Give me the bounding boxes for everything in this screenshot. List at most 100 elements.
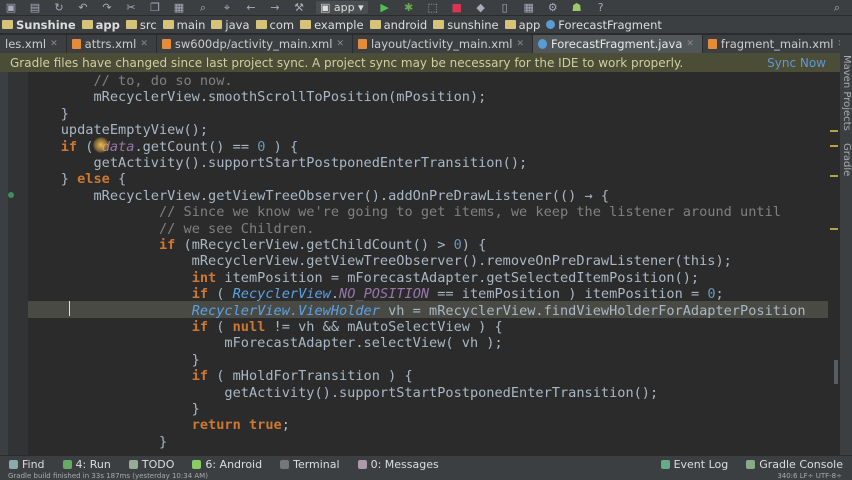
code-line: getActivity().supportStartPostponedEnter…: [28, 155, 528, 171]
sync-now-link[interactable]: Sync Now: [767, 56, 826, 70]
code-line: getActivity().supportStartPostponedEnter…: [28, 384, 659, 401]
warning-marker[interactable]: [830, 130, 838, 132]
tool-window-label: Terminal: [293, 457, 340, 471]
project-structure-icon[interactable]: ▦: [522, 1, 536, 14]
tab-label: attrs.xml: [84, 37, 137, 51]
breadcrumb-item[interactable]: android: [369, 17, 428, 32]
tool-window-button[interactable]: Terminal: [271, 458, 349, 471]
device-monitor-icon[interactable]: ⚙: [546, 1, 560, 14]
search-everywhere-icon[interactable]: ⌕: [830, 1, 844, 14]
breadcrumb: Sunshine app src main java com example android s…: [0, 16, 852, 34]
code-editor[interactable]: // to, do so now. mRecyclerView.smoothSc…: [28, 72, 840, 455]
code-line: int itemPosition = mForecastAdapter.getS…: [191, 269, 700, 286]
error-stripe[interactable]: [828, 72, 840, 455]
breadcrumb-item[interactable]: app: [504, 18, 540, 32]
breadcrumb-label: android: [383, 17, 428, 32]
forward-icon[interactable]: →: [268, 1, 282, 14]
breadcrumb-item[interactable]: example: [300, 18, 364, 32]
back-icon[interactable]: ←: [244, 1, 258, 14]
run-icon[interactable]: ▶: [378, 1, 392, 14]
debug-icon[interactable]: ✱: [402, 1, 416, 14]
folder-icon: [433, 20, 445, 29]
attach-icon[interactable]: ⬚: [426, 1, 440, 14]
java-file-icon: [538, 39, 548, 49]
breadcrumb-label: ForecastFragment: [558, 17, 662, 32]
sync-icon[interactable]: ↻: [52, 1, 66, 14]
gradle-sync-banner: Gradle files have changed since last pro…: [0, 53, 840, 72]
close-icon[interactable]: ✕: [140, 39, 148, 49]
breadcrumb-item[interactable]: ForecastFragment: [546, 18, 662, 32]
tool-window-label: 6: Android: [205, 457, 263, 471]
gradle-tab[interactable]: Gradle: [841, 143, 852, 176]
breadcrumb-item[interactable]: app: [81, 18, 120, 32]
right-tool-strip: Maven Projects Gradle: [840, 35, 852, 455]
tool-window-button[interactable]: TODO: [120, 458, 184, 471]
cut-icon[interactable]: ✂: [124, 1, 138, 14]
status-message: Gradle build finished in 33s 187ms (yest…: [8, 472, 208, 480]
close-icon[interactable]: ✕: [686, 39, 694, 49]
code-line: if ( RecyclerView.NO_POSITION == itemPos…: [191, 286, 724, 303]
breadcrumb-item[interactable]: src: [125, 17, 157, 32]
avd-icon[interactable]: ▯: [498, 1, 512, 14]
close-icon[interactable]: ✕: [336, 39, 344, 49]
breadcrumb-item[interactable]: main: [162, 18, 205, 32]
tool-window-icon: [746, 459, 756, 469]
tool-window-button[interactable]: 4: Run: [54, 458, 120, 471]
breadcrumb-item[interactable]: com: [255, 17, 295, 32]
editor-tab[interactable]: layout/activity_main.xml ✕: [353, 35, 534, 53]
code-line: mRecyclerView.getViewTreeObserver().addO…: [28, 187, 610, 204]
breadcrumb-label: example: [314, 17, 364, 32]
editor-tab[interactable]: sw600dp/activity_main.xml ✕: [157, 35, 353, 53]
paste-icon[interactable]: ▦: [172, 1, 186, 14]
sdk-manager-icon[interactable]: ◆: [474, 1, 488, 14]
left-tool-strip: [0, 72, 8, 455]
editor-tab[interactable]: fragment_main.xml✕: [703, 35, 852, 53]
override-marker-icon[interactable]: [8, 192, 14, 198]
lightbulb-icon[interactable]: [93, 137, 109, 153]
warning-marker[interactable]: [830, 228, 838, 230]
breadcrumb-item[interactable]: sunshine: [433, 18, 499, 32]
xml-file-icon: [707, 39, 717, 49]
redo-icon[interactable]: ↷: [100, 1, 114, 14]
editor-tab[interactable]: attrs.xml ✕: [67, 35, 157, 53]
close-icon[interactable]: ✕: [50, 39, 58, 49]
maven-projects-tab[interactable]: Maven Projects: [841, 55, 852, 131]
tab-label: sw600dp/activity_main.xml: [174, 37, 333, 51]
open-folder-icon[interactable]: ▣: [4, 1, 18, 14]
tool-window-button[interactable]: 6: Android: [183, 458, 271, 471]
status-bar: Gradle build finished in 33s 187ms (yest…: [0, 472, 852, 480]
breadcrumb-label: com: [269, 17, 295, 32]
undo-icon[interactable]: ↶: [76, 1, 90, 14]
tool-window-button[interactable]: Event Log: [652, 458, 738, 471]
breadcrumb-item[interactable]: Sunshine: [2, 18, 76, 32]
copy-icon[interactable]: ❐: [148, 1, 162, 14]
code-line: }: [28, 105, 69, 122]
scrollbar-thumb[interactable]: [834, 360, 838, 384]
editor-tab[interactable]: les.xml ✕: [0, 35, 67, 53]
editor-tabs: les.xml ✕ attrs.xml ✕ sw600dp/activity_main.…: [0, 35, 852, 53]
build-icon[interactable]: ⚒: [292, 1, 306, 14]
save-icon[interactable]: ▤: [28, 1, 42, 14]
caret-position[interactable]: 340:6 LF÷ UTF-8÷: [777, 472, 842, 480]
breadcrumb-item[interactable]: java: [211, 18, 250, 32]
android-icon[interactable]: ☗: [570, 1, 584, 14]
folder-icon: [81, 20, 93, 29]
help-icon[interactable]: ?: [594, 1, 608, 14]
run-config-select[interactable]: ▣ app ▾: [316, 1, 368, 14]
code-line: RecyclerView.ViewHolder vh = mRecyclerVi…: [191, 302, 806, 319]
tool-window-button[interactable]: Find: [0, 458, 54, 471]
find-icon[interactable]: ⌕: [196, 1, 210, 14]
replace-icon[interactable]: ⌖: [220, 1, 234, 14]
tool-window-button[interactable]: Gradle Console: [737, 458, 852, 471]
close-icon[interactable]: ✕: [516, 39, 524, 49]
editor-tab[interactable]: ForecastFragment.java ✕: [533, 35, 703, 53]
xml-file-icon: [71, 39, 81, 49]
tool-window-button[interactable]: 0: Messages: [349, 458, 448, 471]
stop-icon[interactable]: ■: [450, 1, 464, 14]
warning-marker[interactable]: [830, 145, 838, 147]
code-line: if ( data.getCount() == 0 ) {: [60, 138, 299, 155]
warning-marker[interactable]: [830, 175, 838, 177]
breadcrumb-label: src: [139, 17, 157, 32]
code-line: }: [28, 351, 200, 368]
tool-window-label: Gradle Console: [759, 457, 843, 471]
